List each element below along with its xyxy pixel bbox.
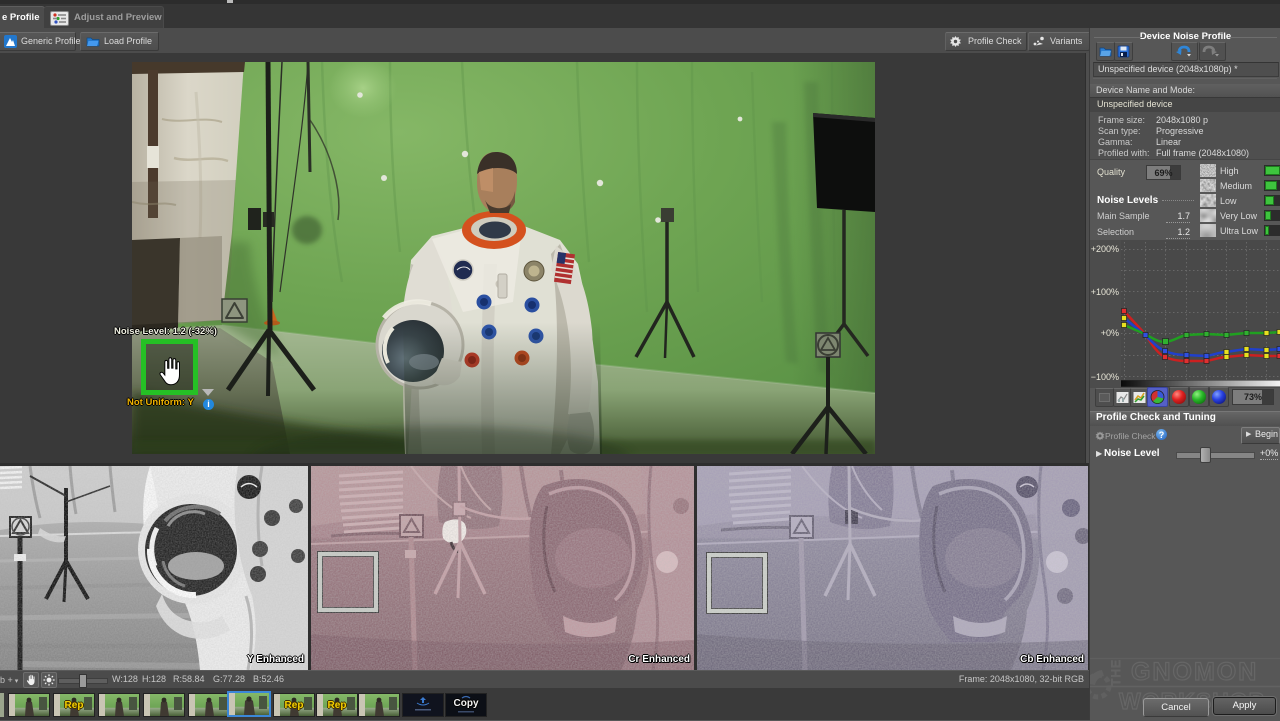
svg-text:+200%: +200% xyxy=(1091,244,1119,254)
svg-text:THE: THE xyxy=(1109,659,1123,686)
svg-text:+0%: +0% xyxy=(1101,328,1119,338)
svg-text:GNOMON: GNOMON xyxy=(1131,658,1258,686)
svg-text:−100%: −100% xyxy=(1091,372,1119,382)
svg-text:+100%: +100% xyxy=(1091,287,1119,297)
